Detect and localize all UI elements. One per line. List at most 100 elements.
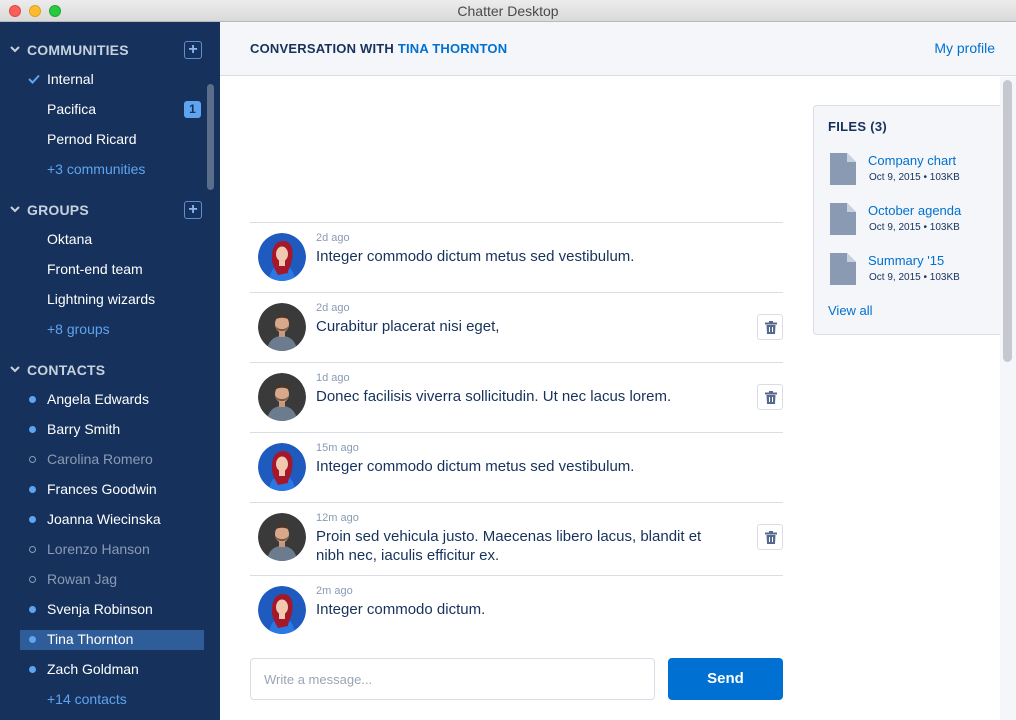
message-item: 1d ago Donec facilisis viverra sollicitu… [250,363,783,433]
contact-joanna-wiecinska[interactable]: Joanna Wiecinska [20,510,204,530]
sidebar-item-oktana[interactable]: Oktana [20,230,204,250]
message-time: 12m ago [316,512,359,524]
contacts-title: CONTACTS [27,362,106,378]
title-bar: Chatter Desktop [0,0,1016,22]
file-meta: Oct 9, 2015 • 103KB [869,172,960,183]
trash-icon [765,391,777,404]
file-icon [830,153,856,185]
online-status-icon [29,396,36,403]
sidebar-item-label: Oktana [47,231,93,247]
message-item: 2d ago Curabitur placerat nisi eget, [250,293,783,363]
contact-label: Rowan Jag [47,571,118,587]
message-time: 15m ago [316,442,359,454]
contact-label: Svenja Robinson [47,601,153,617]
sidebar: COMMUNITIES + Internal Pacifica 1 Pernod… [0,22,220,720]
file-meta: Oct 9, 2015 • 103KB [869,272,960,283]
avatar[interactable] [258,586,306,634]
conversation-contact-name[interactable]: TINA THORNTON [398,41,507,56]
message-item: 2m ago Integer commodo dictum. [250,576,783,644]
message-time: 2d ago [316,302,350,314]
message-text: Donec facilisis viverra sollicitudin. Ut… [316,388,672,405]
trash-icon [765,531,777,544]
sidebar-item-label: Internal [47,71,94,87]
sidebar-more-label: +8 groups [47,321,110,337]
sidebar-item-front-end-team[interactable]: Front-end team [20,260,204,280]
offline-status-icon [29,576,36,583]
contact-angela-edwards[interactable]: Angela Edwards [20,390,204,410]
add-community-button[interactable]: + [184,41,202,59]
contact-svenja-robinson[interactable]: Svenja Robinson [20,600,204,620]
delete-message-button[interactable] [757,524,783,550]
file-name[interactable]: October agenda [868,203,961,218]
message-item: 12m ago Proin sed vehicula justo. Maecen… [250,503,783,576]
avatar[interactable] [258,443,306,491]
contact-label: Carolina Romero [47,451,153,467]
avatar[interactable] [258,513,306,561]
sidebar-item-lightning-wizards[interactable]: Lightning wizards [20,290,204,310]
delete-message-button[interactable] [757,384,783,410]
add-group-button[interactable]: + [184,201,202,219]
avatar[interactable] [258,303,306,351]
message-time: 1d ago [316,372,350,384]
contact-lorenzo-hanson[interactable]: Lorenzo Hanson [20,540,204,560]
files-panel: FILES (3) Company chart Oct 9, 2015 • 10… [813,105,1000,335]
avatar[interactable] [258,373,306,421]
contact-label: Frances Goodwin [47,481,157,497]
message-time: 2m ago [316,585,353,597]
avatar[interactable] [258,233,306,281]
more-groups-link[interactable]: +8 groups [20,320,204,340]
contacts-header[interactable]: CONTACTS [0,355,220,385]
delete-message-button[interactable] [757,314,783,340]
offline-status-icon [29,546,36,553]
contact-label: Tina Thornton [47,631,134,647]
file-icon [830,203,856,235]
my-profile-link[interactable]: My profile [934,40,995,56]
file-name[interactable]: Company chart [868,153,956,168]
window-title: Chatter Desktop [457,3,559,19]
message-text: Integer commodo dictum. [316,601,486,618]
main-scrollbar-thumb[interactable] [1003,80,1012,362]
file-icon [830,253,856,285]
file-name[interactable]: Summary '15 [868,253,944,268]
groups-header[interactable]: GROUPS + [0,195,220,225]
view-all-files-link[interactable]: View all [828,303,873,318]
sidebar-item-internal[interactable]: Internal [20,70,204,90]
chevron-down-icon [10,46,20,53]
online-status-icon [29,516,36,523]
more-communities-link[interactable]: +3 communities [20,160,204,180]
contact-tina-thornton[interactable]: Tina Thornton [20,630,204,650]
communities-title: COMMUNITIES [27,42,129,58]
files-title: FILES (3) [828,119,888,134]
contact-label: Barry Smith [47,421,121,437]
unread-badge: 1 [184,101,201,118]
offline-status-icon [29,456,36,463]
sidebar-item-pacifica[interactable]: Pacifica 1 [20,100,204,120]
send-button[interactable]: Send [668,658,783,700]
file-item[interactable]: Company chart Oct 9, 2015 • 103KB [828,153,998,193]
message-text: Curabitur placerat nisi eget, [316,318,500,335]
contact-carolina-romero[interactable]: Carolina Romero [20,450,204,470]
message-time: 2d ago [316,232,350,244]
contact-barry-smith[interactable]: Barry Smith [20,420,204,440]
chevron-down-icon [10,366,20,373]
sidebar-item-pernod-ricard[interactable]: Pernod Ricard [20,130,204,150]
sidebar-scrollbar[interactable] [207,84,214,190]
contact-rowan-jag[interactable]: Rowan Jag [20,570,204,590]
message-input[interactable] [250,658,655,700]
message-text: Integer commodo dictum metus sed vestibu… [316,458,635,475]
contact-zach-goldman[interactable]: Zach Goldman [20,660,204,680]
communities-header[interactable]: COMMUNITIES + [0,35,220,65]
message-list: 2d ago Integer commodo dictum metus sed … [250,222,783,644]
file-item[interactable]: Summary '15 Oct 9, 2015 • 103KB [828,253,998,293]
app-window: Chatter Desktop COMMUNITIES + Internal P… [0,0,1016,720]
message-text: Proin sed vehicula justo. Maecenas liber… [316,528,702,564]
sidebar-item-label: Front-end team [47,261,143,277]
contact-label: Zach Goldman [47,661,139,677]
sidebar-item-label: Pernod Ricard [47,131,137,147]
file-item[interactable]: October agenda Oct 9, 2015 • 103KB [828,203,998,243]
more-contacts-link[interactable]: +14 contacts [20,690,204,710]
conversation-header: CONVERSATION WITH TINA THORNTON My profi… [220,22,1016,76]
online-status-icon [29,666,36,673]
contact-frances-goodwin[interactable]: Frances Goodwin [20,480,204,500]
conversation-title: CONVERSATION WITH TINA THORNTON [250,41,507,56]
